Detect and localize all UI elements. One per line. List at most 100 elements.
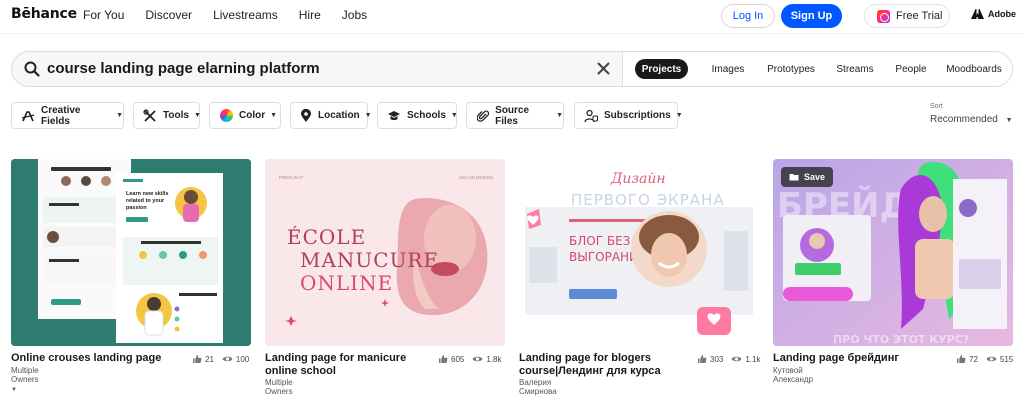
filter-label: Subscriptions: [604, 110, 671, 121]
owner-name: Кутовой Александр: [773, 366, 814, 384]
owner-name: Multiple Owners: [11, 366, 39, 384]
owner-name: Multiple Owners: [265, 378, 293, 396]
likes-count: 303: [710, 354, 724, 364]
color-wheel-icon: [219, 109, 233, 123]
filter-location[interactable]: Location ▼: [290, 102, 372, 129]
search-icon: [24, 61, 40, 77]
search-field[interactable]: course landing page elarning platform: [12, 52, 622, 86]
svg-text:related to your: related to your: [126, 198, 165, 204]
filter-subscriptions[interactable]: Subscriptions ▼: [574, 102, 683, 129]
thumbs-up-icon: [193, 355, 202, 363]
search-bar: course landing page elarning platform Pr…: [11, 51, 1013, 87]
likes-count: 72: [969, 354, 978, 364]
filter-color[interactable]: Color ▼: [209, 102, 281, 129]
tab-projects[interactable]: Projects: [635, 59, 688, 79]
project-owner[interactable]: Валерия Смирнова: [519, 378, 557, 396]
thumbs-up-icon: [957, 355, 966, 363]
filter-source-files[interactable]: Source Files ▼: [466, 102, 564, 129]
project-owner[interactable]: Кутовой Александр: [773, 366, 813, 384]
tab-streams[interactable]: Streams: [829, 59, 881, 79]
paperclip-icon: [476, 109, 489, 123]
project-title[interactable]: Landing page for manicure online school: [265, 352, 425, 378]
filter-label: Location: [318, 110, 360, 121]
nav-link-jobs[interactable]: Jobs: [342, 8, 367, 22]
manicure-text-1: ÉCOLE: [287, 225, 366, 249]
chevron-down-icon: ▼: [193, 112, 201, 119]
location-pin-icon: [300, 108, 312, 123]
chevron-down-icon: ▼: [675, 112, 683, 119]
chevron-down-icon: ▼: [556, 112, 563, 119]
svg-text:FREGUN IT: FREGUN IT: [279, 175, 304, 180]
search-input[interactable]: course landing page elarning platform: [47, 60, 320, 77]
nav-link-livestreams[interactable]: Livestreams: [213, 8, 278, 22]
thumbnail-artwork: Дизайн ПЕРВОГО ЭКРАНА БЛОГ БЕЗ ВЫГОРАНИЯ: [519, 159, 759, 346]
project-title[interactable]: Landing page for blogers course|Лендинг …: [519, 352, 679, 378]
filter-schools[interactable]: Schools ▼: [377, 102, 458, 129]
views-count: 1.8k: [486, 354, 502, 364]
chevron-down-icon: ▼: [116, 112, 123, 119]
chevron-down-icon: ▼: [364, 112, 372, 119]
folder-icon: [789, 174, 799, 181]
tab-images[interactable]: Images: [705, 59, 751, 79]
free-trial-label: Free Trial: [896, 10, 943, 22]
project-thumbnail[interactable]: Learn new skills related to your passion: [11, 159, 251, 346]
login-button[interactable]: Log In: [721, 4, 775, 28]
learn-heading: Learn new skills: [126, 191, 169, 197]
blog-sub-1: БЛОГ БЕЗ: [569, 234, 630, 248]
creative-fields-icon: [21, 109, 35, 123]
views-count: 1.1k: [745, 354, 761, 364]
tools-icon: [143, 108, 157, 123]
likes-count: 21: [205, 354, 214, 364]
views-count: 100: [235, 354, 250, 364]
clear-search-icon[interactable]: [596, 61, 611, 76]
thumbs-up-icon: [439, 355, 448, 363]
manicure-text-3: ONLINE: [300, 271, 393, 295]
sort-dropdown[interactable]: Recommended ▼: [930, 114, 1013, 125]
graduation-cap-icon: [387, 109, 401, 123]
thumbnail-artwork: БРЕЙДЫ ПРО ЧТО ЭТОТ КУРС?: [773, 159, 1013, 346]
chevron-down-icon: ▼: [450, 112, 458, 119]
project-owner[interactable]: Multiple Owners ▼: [11, 366, 39, 393]
tab-people[interactable]: People: [889, 59, 933, 79]
filter-label: Creative Fields: [41, 104, 81, 127]
chevron-down-icon: ▼: [1005, 117, 1013, 124]
tab-moodboards[interactable]: Moodboards: [941, 59, 1007, 79]
filter-label: Source Files: [495, 104, 530, 127]
signup-button[interactable]: Sign Up: [781, 4, 842, 28]
filter-tools[interactable]: Tools ▼: [133, 102, 201, 129]
filter-creative-fields[interactable]: Creative Fields ▼: [11, 102, 124, 129]
likes-count: 605: [451, 354, 465, 364]
top-nav: Bēhance For You Discover Livestreams Hir…: [0, 0, 1024, 31]
project-thumbnail[interactable]: FREGUN IT SEL'UN DESIGN ÉCOLE MANUCURE O…: [265, 159, 505, 346]
eye-icon: [222, 356, 233, 362]
project-owner[interactable]: Multiple Owners ▼: [265, 378, 293, 396]
project-thumbnail[interactable]: БРЕЙДЫ ПРО ЧТО ЭТОТ КУРС? Save: [773, 159, 1013, 346]
project-thumbnail[interactable]: Дизайн ПЕРВОГО ЭКРАНА БЛОГ БЕЗ ВЫГОРАНИЯ: [519, 159, 759, 346]
nav-link-discover[interactable]: Discover: [145, 8, 192, 22]
adobe-link[interactable]: Adobe: [971, 9, 1016, 19]
adobe-label: Adobe: [988, 9, 1016, 19]
project-title[interactable]: Landing page брейдинг: [773, 352, 953, 365]
svg-text:passion: passion: [126, 205, 147, 211]
project-title[interactable]: Online crouses landing page: [11, 352, 191, 365]
sort-label: Sort: [930, 103, 943, 110]
filter-label: Schools: [407, 110, 446, 121]
eye-icon: [731, 356, 742, 362]
chevron-down-icon: ▼: [270, 112, 278, 119]
nav-link-for-you[interactable]: For You: [83, 8, 124, 22]
tab-prototypes[interactable]: Prototypes: [761, 59, 821, 79]
project-stats: 605 1.8k: [438, 354, 501, 364]
search-type-tabs: Projects Images Prototypes Streams Peopl…: [622, 52, 1012, 86]
save-label: Save: [804, 172, 826, 182]
filter-label: Color: [239, 110, 266, 121]
save-button[interactable]: Save: [781, 167, 833, 187]
chevron-down-icon: ▼: [11, 387, 17, 393]
free-trial-button[interactable]: Free Trial: [864, 4, 950, 28]
filter-label: Tools: [163, 110, 189, 121]
nav-link-hire[interactable]: Hire: [299, 8, 321, 22]
blog-headline: ПЕРВОГО ЭКРАНА: [571, 191, 725, 209]
thumbs-up-icon: [698, 355, 707, 363]
svg-text:SEL'UN DESIGN: SEL'UN DESIGN: [459, 175, 493, 180]
behance-logo[interactable]: Bēhance: [11, 6, 77, 22]
views-count: 515: [999, 354, 1014, 364]
